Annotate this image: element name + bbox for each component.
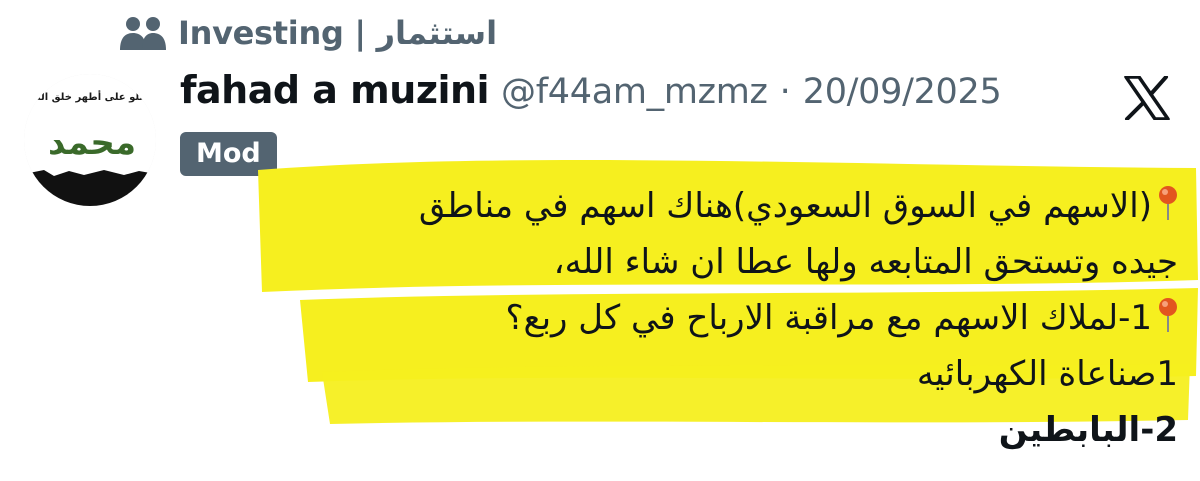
- post-line-5: 2-البابطين: [218, 402, 1178, 458]
- mod-badge: Mod: [180, 132, 277, 176]
- avatar[interactable]: صلو على أطهر خلق الله محمد: [24, 74, 156, 206]
- post-line-3-text: 1-لملاك الاسهم مع مراقبة الارباح في كل ر…: [505, 298, 1152, 338]
- post-date[interactable]: 20/09/2025: [803, 72, 1002, 112]
- community-name[interactable]: Investing | استثمار: [178, 14, 497, 52]
- round-pushpin-icon: [1159, 186, 1177, 220]
- post-line-4: 1صناعاة الكهربائيه: [218, 346, 1178, 402]
- post-line-5-text: 2-البابطين: [998, 410, 1178, 450]
- community-header[interactable]: Investing | استثمار: [118, 12, 497, 54]
- post-line-4-text: 1صناعاة الكهربائيه: [916, 354, 1178, 394]
- avatar-calligraphy: محمد: [48, 123, 136, 163]
- avatar-caption: صلو على أطهر خلق الله: [31, 90, 149, 103]
- post-line-2: جيده وتستحق المتابعه ولها عطا ان شاء الل…: [218, 234, 1178, 290]
- post-line-3: 1-لملاك الاسهم مع مراقبة الارباح في كل ر…: [218, 290, 1178, 346]
- separator-dot: ·: [779, 72, 791, 112]
- post-body: (الاسهم في السوق السعودي)هناك اسهم في من…: [218, 178, 1178, 458]
- round-pushpin-icon: [1159, 298, 1177, 332]
- author-handle[interactable]: @f44am_mzmz: [501, 72, 768, 112]
- post-line-1: (الاسهم في السوق السعودي)هناك اسهم في من…: [218, 178, 1178, 234]
- community-people-icon: [120, 17, 166, 50]
- x-logo-icon[interactable]: [1124, 76, 1170, 120]
- post-line-1-text: (الاسهم في السوق السعودي)هناك اسهم في من…: [418, 186, 1152, 226]
- author-name[interactable]: fahad a muzini: [180, 68, 490, 112]
- post-line-2-text: جيده وتستحق المتابعه ولها عطا ان شاء الل…: [553, 242, 1178, 282]
- author-row: fahad a muzini @f44am_mzmz · 20/09/2025: [180, 68, 1002, 124]
